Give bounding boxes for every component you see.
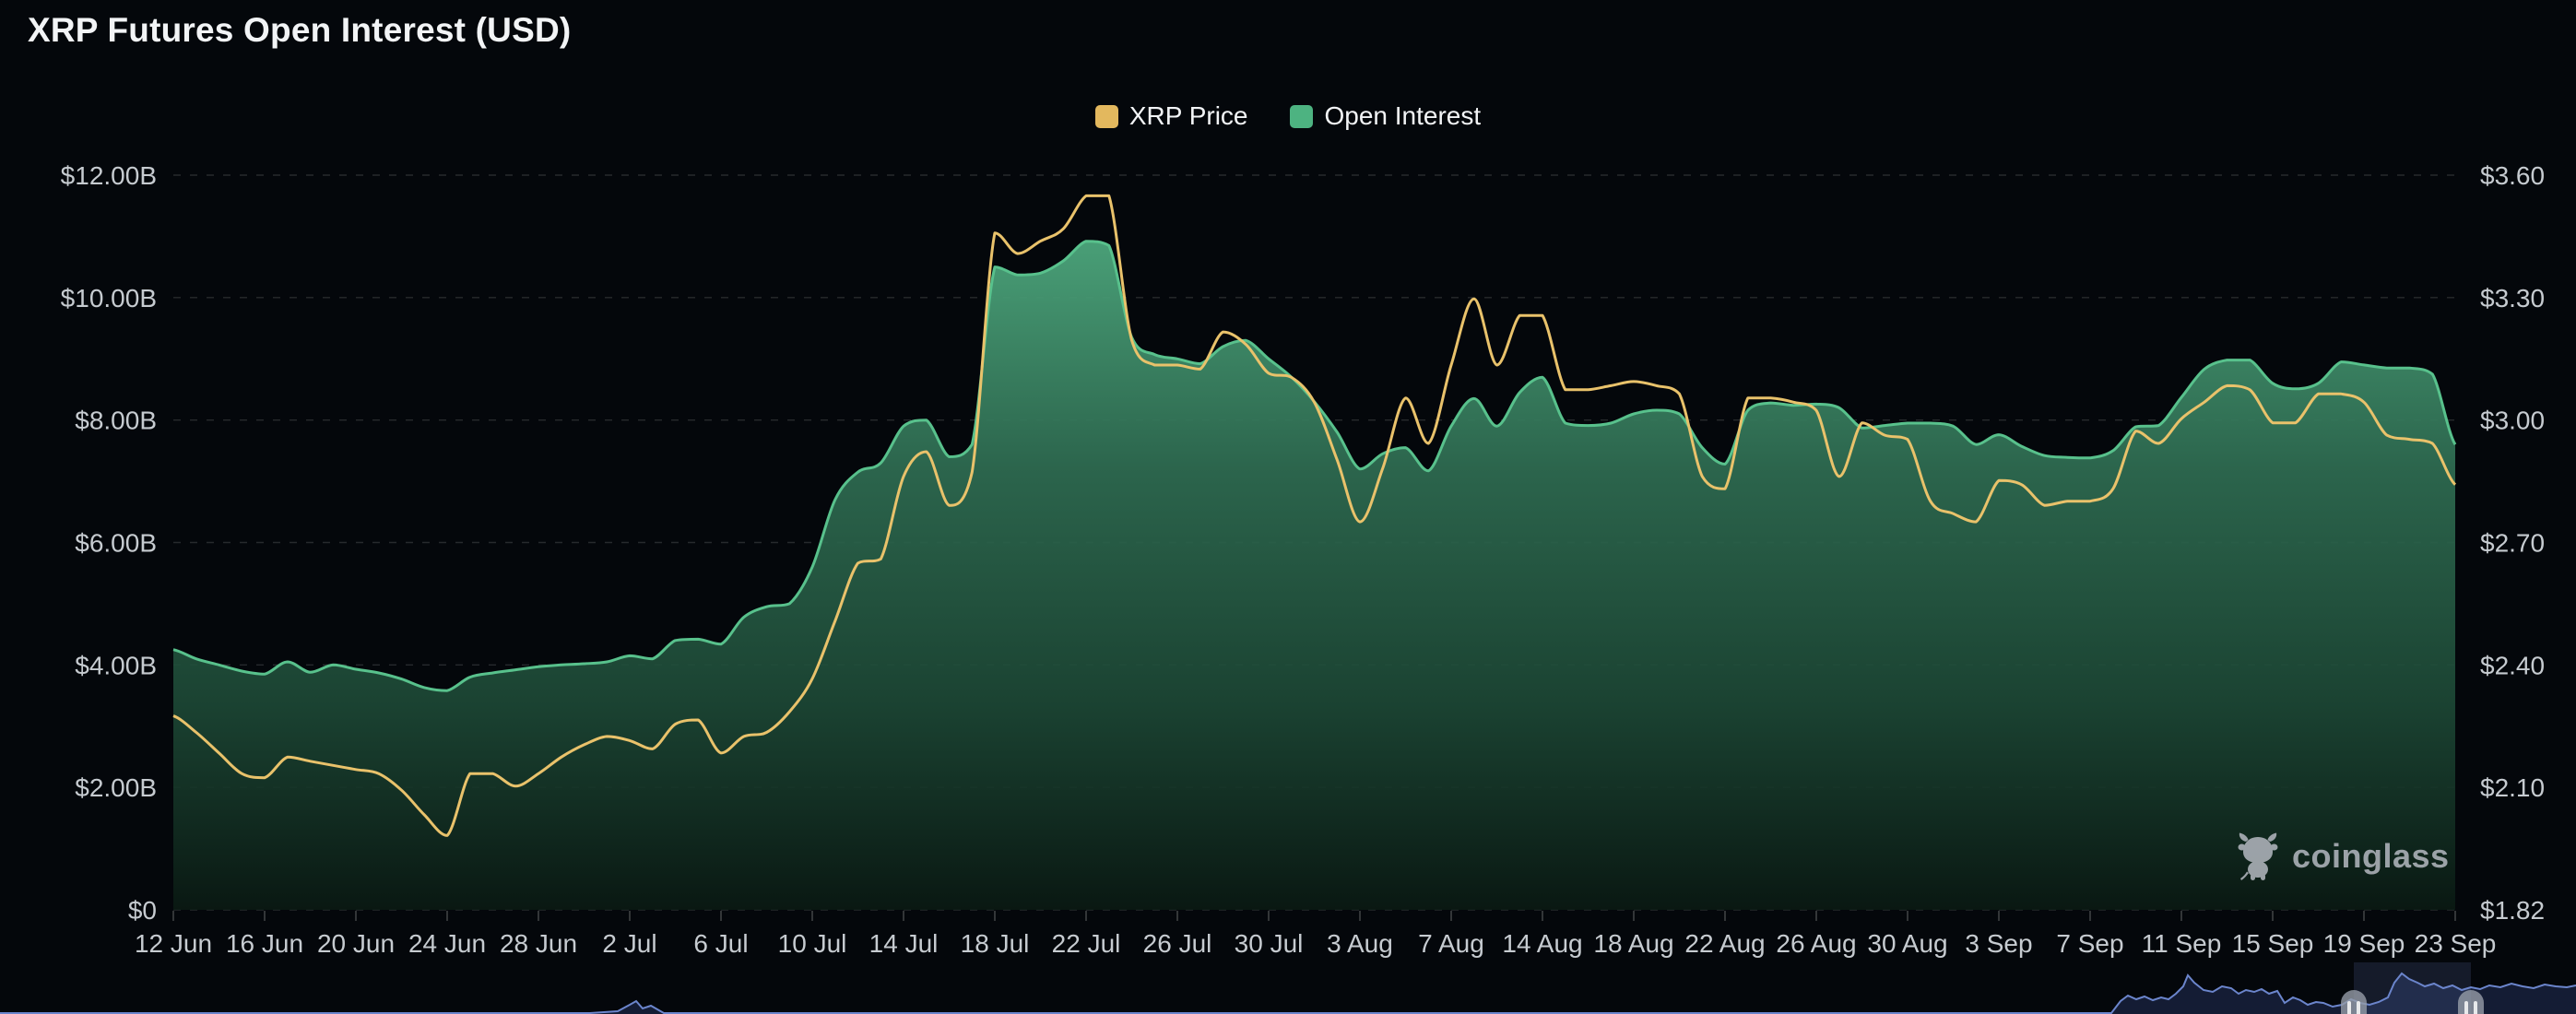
y-axis-label-right: $2.40 — [2480, 651, 2545, 679]
x-axis-label: 19 Sep — [2323, 929, 2405, 958]
handle-grip-bar-icon — [2474, 1001, 2477, 1014]
x-axis-label: 22 Jul — [1052, 929, 1121, 958]
y-axis-label-right: $2.10 — [2480, 773, 2545, 802]
x-axis-label: 18 Jul — [961, 929, 1030, 958]
y-axis-label-right: $3.60 — [2480, 161, 2545, 190]
x-axis-label: 16 Jun — [226, 929, 303, 958]
x-axis-label: 26 Aug — [1776, 929, 1856, 958]
x-axis-label: 18 Aug — [1593, 929, 1673, 958]
y-axis-label-right: $3.00 — [2480, 407, 2545, 435]
navigator-area — [0, 973, 2576, 1014]
x-axis-label: 26 Jul — [1143, 929, 1212, 958]
xrp-open-interest-page: XRP Futures Open Interest (USD) XRP Pric… — [0, 0, 2576, 1014]
x-axis-label: 7 Aug — [1418, 929, 1484, 958]
y-axis-label-left: $0 — [128, 896, 157, 925]
x-axis-label: 14 Jul — [869, 929, 939, 958]
y-axis-label-left: $2.00B — [75, 773, 157, 802]
x-axis-label: 15 Sep — [2232, 929, 2314, 958]
x-axis-label: 3 Sep — [1965, 929, 2032, 958]
x-axis-label: 10 Jul — [778, 929, 847, 958]
y-axis-label-right: $1.82 — [2480, 896, 2545, 925]
y-axis-label-left: $6.00B — [75, 529, 157, 558]
x-axis-label: 30 Jul — [1235, 929, 1304, 958]
x-axis-label: 22 Aug — [1684, 929, 1765, 958]
x-axis-label: 6 Jul — [693, 929, 748, 958]
x-axis-label: 30 Aug — [1867, 929, 1947, 958]
coinglass-watermark-text: coinglass — [2292, 837, 2450, 876]
handle-grip-bar-icon — [2464, 1001, 2468, 1014]
navigator-selection-window[interactable] — [2354, 962, 2471, 1014]
handle-grip-bar-icon — [2347, 1001, 2351, 1014]
y-axis-label-right: $3.30 — [2480, 284, 2545, 312]
x-axis-label: 12 Jun — [135, 929, 212, 958]
y-axis-label-right: $2.70 — [2480, 529, 2545, 558]
open-interest-area — [173, 242, 2455, 910]
x-axis-label: 2 Jul — [602, 929, 656, 958]
x-axis-label: 28 Jun — [500, 929, 577, 958]
x-axis-label: 3 Aug — [1327, 929, 1393, 958]
oi-price-chart-canvas[interactable]: $12.00B $3.60 $10.00B $3.30 $8.00B $3.00 $6.00… — [0, 0, 2576, 1014]
navigator[interactable] — [0, 962, 2576, 1014]
x-axis-label: 24 Jun — [408, 929, 486, 958]
x-axis-label: 11 Sep — [2142, 929, 2222, 958]
handle-grip-bar-icon — [2357, 1001, 2360, 1014]
y-axis-label-left: $10.00B — [61, 284, 157, 312]
x-axis-label: 20 Jun — [317, 929, 395, 958]
y-axis-label-left: $12.00B — [61, 161, 157, 190]
y-axis-label-left: $8.00B — [75, 407, 157, 435]
coinglass-bull-icon — [2235, 831, 2281, 881]
x-axis-label: 14 Aug — [1502, 929, 1582, 958]
coinglass-watermark: coinglass — [2235, 831, 2450, 881]
x-axis-label: 23 Sep — [2415, 929, 2497, 958]
y-axis-label-left: $4.00B — [75, 651, 157, 679]
x-axis: 12 Jun 16 Jun 20 Jun 24 Jun 28 Jun 2 Jul 6 Jul… — [135, 911, 2496, 958]
x-axis-label: 7 Sep — [2056, 929, 2123, 958]
